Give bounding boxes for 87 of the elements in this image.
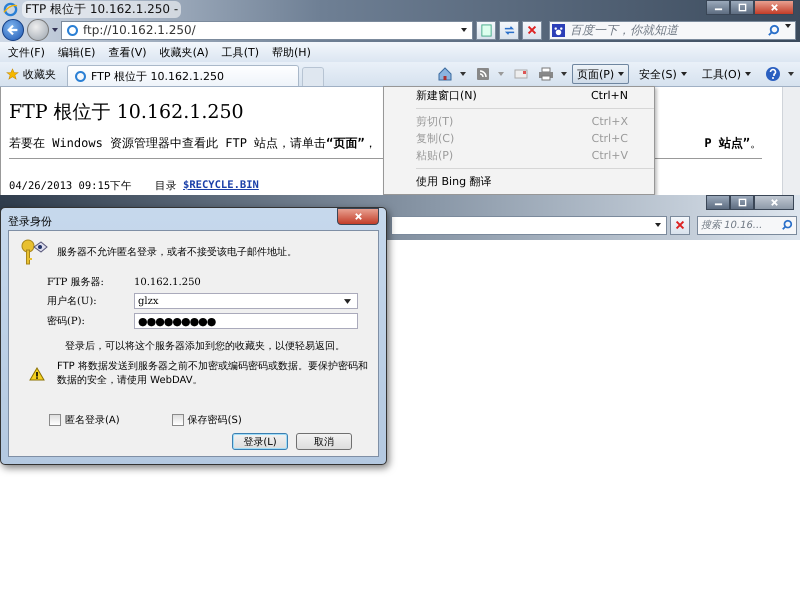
caret-icon[interactable] [788,72,794,76]
caret-icon[interactable] [460,72,466,76]
caret-icon [344,298,351,304]
search-field[interactable]: 搜索 10.16... [697,216,797,234]
scrollbar[interactable] [782,87,800,195]
back-button[interactable] [2,19,24,41]
address-field[interactable] [391,216,667,234]
maximize-button[interactable] [730,195,754,210]
close-button[interactable] [754,195,794,210]
menu-item[interactable]: 工具(T) [222,44,259,60]
server-label: FTP 服务器: [47,276,105,289]
menu-entry[interactable]: 使用 Bing 翻译 [416,173,654,190]
address-field[interactable]: ftp://10.162.1.250/ [61,20,473,40]
caret-icon[interactable] [52,28,58,32]
refresh-icon [502,24,516,36]
intro-text: 若要在 Windows 资源管理器中查看此 FTP 站点，请单击“页面”， [9,135,377,152]
close-icon [354,212,362,221]
maximize-button[interactable] [730,0,754,15]
printer-icon[interactable] [538,66,554,82]
window-title: FTP 根位于 10.162.1.250 - [22,0,182,18]
close-button[interactable] [754,0,794,15]
dialog-button[interactable]: 登录(L) [232,433,288,450]
close-button[interactable] [337,208,379,225]
password-label: 密码(P): [47,314,86,328]
username-combobox[interactable]: glzx [134,293,358,309]
checkbox-label[interactable]: 匿名登录(A) [65,413,120,427]
menu-item[interactable]: 收藏夹(A) [160,44,209,60]
folder-link[interactable]: $RECYCLE.BIN [183,179,259,193]
search-icon[interactable] [781,218,793,230]
command-button[interactable]: 页面(P) [572,64,630,84]
checkbox-label[interactable]: 保存密码(S) [188,413,242,427]
stop-button[interactable] [522,20,542,40]
caret-icon[interactable] [785,24,791,28]
close-icon [770,3,778,12]
caret-icon[interactable] [461,28,467,32]
forward-button[interactable] [27,19,49,41]
help-icon[interactable] [765,66,781,82]
stop-button[interactable] [670,216,690,234]
maximize-icon [738,3,746,12]
username-label: 用户名(U): [47,294,98,308]
arrow-left-icon [6,23,20,37]
page-icon [66,24,79,36]
browser-tab[interactable]: FTP 根位于 10.162.1.250 [67,65,299,86]
page-heading: FTP 根位于 10.162.1.250 [9,100,244,125]
search-icon[interactable] [767,24,780,36]
caret-icon[interactable] [655,223,661,227]
menu-item[interactable]: 查看(V) [108,44,147,60]
home-icon[interactable] [436,66,453,82]
maximize-icon [738,198,746,207]
caret-icon[interactable] [560,72,567,76]
caret-icon [618,72,624,76]
favorites-button[interactable]: 收藏夹 [4,64,64,84]
intro-text-end: P 站点”。 [704,135,762,152]
dialog-button[interactable]: 取消 [296,433,352,450]
document-icon [480,24,492,36]
browser-logo-icon [3,2,18,16]
checkbox[interactable] [172,414,184,426]
caret-icon [745,72,751,76]
warning-text: FTP 将数据发送到服务器之前不加密或编码密码或数据。要保护密码和数据的安全，请使用 WebDAV。 [57,360,368,387]
command-button[interactable]: 安全(S) [634,64,692,84]
compatibility-button[interactable] [476,20,496,40]
menu-item[interactable]: 编辑(E) [58,44,96,60]
star-icon [6,68,19,80]
info-text: 登录后，可以将这个服务器添加到您的收藏夹，以便轻易返回。 [65,340,346,353]
minimize-button[interactable] [706,195,730,210]
command-button[interactable]: 工具(O) [696,64,756,84]
menu-item[interactable]: 帮助(H) [272,44,311,60]
search-field[interactable]: 百度一下，你就知道 [549,20,796,40]
listing-date: 04/26/2013 09:15下午 [9,179,134,193]
error-message: 服务器不允许匿名登录，或者不接受该电子邮件地址。 [57,246,297,259]
feed-icon[interactable] [474,66,491,82]
close-icon [526,24,538,36]
dialog-title: 登录身份 [8,214,52,229]
caret-icon [680,72,687,76]
warning-icon [29,367,45,381]
password-field[interactable]: ●●●●●●●●● [134,313,358,329]
listing-type: 目录 [155,179,177,193]
key-icon [19,237,49,267]
minimize-button[interactable] [706,0,730,15]
close-icon [674,219,686,231]
close-icon [770,198,778,207]
server-address: 10.162.1.250 [134,276,202,288]
refresh-button[interactable] [499,20,519,40]
menu-entry[interactable]: 新建窗口(N) Ctrl+N [416,87,654,104]
page-icon [74,70,87,82]
checkbox[interactable] [49,414,61,426]
menu-item[interactable]: 文件(F) [8,44,45,60]
